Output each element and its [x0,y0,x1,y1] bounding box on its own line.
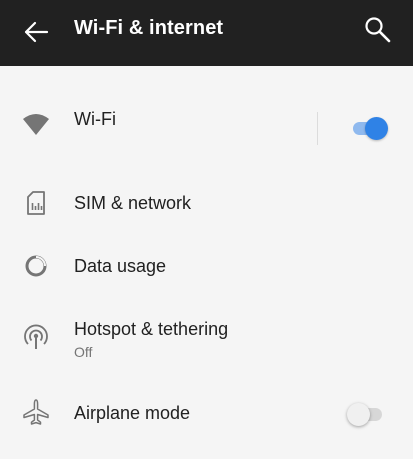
airplane-icon [22,398,50,426]
sim-network-label: SIM & network [74,193,192,213]
data-usage-label: Data usage [74,256,167,276]
search-button[interactable] [356,8,400,52]
arrow-back-icon [24,21,49,43]
wifi-icon [22,110,50,138]
search-icon [365,17,391,43]
airplane-mode-toggle[interactable] [347,400,387,428]
airplane-mode-label: Airplane mode [74,403,191,423]
toggle-divider [317,112,318,145]
hotspot-label: Hotspot & tethering [74,319,229,339]
wifi-label: Wi-Fi [74,109,116,129]
page-title: Wi-Fi & internet [74,17,224,39]
data-usage-icon [22,252,50,280]
hotspot-status: Off [74,344,93,360]
app-bar: Wi-Fi & internet [0,0,413,66]
wifi-toggle[interactable] [351,114,391,142]
hotspot-icon [22,323,50,351]
settings-item-hotspot[interactable]: Hotspot & tethering Off [0,306,413,372]
settings-item-data-usage[interactable]: Data usage [0,236,413,298]
sim-card-icon [22,189,50,217]
settings-item-sim-network[interactable]: SIM & network [0,172,413,234]
back-button[interactable] [14,10,58,54]
